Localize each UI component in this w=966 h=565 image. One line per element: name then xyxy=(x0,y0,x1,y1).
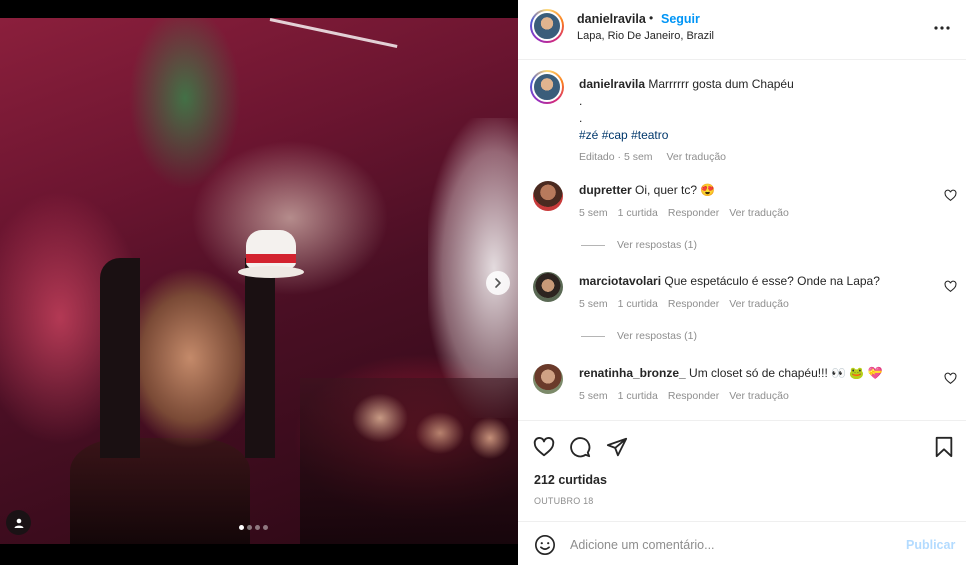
audience xyxy=(300,378,518,544)
carousel-dot xyxy=(239,525,244,530)
like-button[interactable] xyxy=(532,435,556,459)
carousel-next-button[interactable] xyxy=(486,271,510,295)
user-tag-icon xyxy=(14,518,23,528)
save-button[interactable] xyxy=(932,435,956,459)
author-username[interactable]: danielravila xyxy=(577,12,646,26)
comment-likes[interactable]: 1 curtida xyxy=(618,298,658,310)
caption-line: . xyxy=(579,94,583,108)
emoji-smile-icon[interactable] xyxy=(534,534,556,556)
heart-icon[interactable] xyxy=(944,372,957,385)
post-side-panel: danielravila • Seguir Lapa, Rio De Janei… xyxy=(518,0,966,565)
carousel-dot xyxy=(263,525,268,530)
heart-icon xyxy=(533,437,555,457)
reply-button[interactable]: Responder xyxy=(668,207,719,219)
comment-text: Um closet só de chapéu!!! 👀 🐸 💝 xyxy=(689,366,883,380)
translate-link[interactable]: Ver tradução xyxy=(729,390,789,402)
view-replies-label: Ver respostas (1) xyxy=(617,330,697,342)
comment-time: 5 sem xyxy=(579,390,608,402)
white-hat xyxy=(238,230,304,282)
carousel-indicator xyxy=(239,525,268,530)
comment-username[interactable]: marciotavolari xyxy=(579,274,661,288)
comment-button[interactable] xyxy=(568,435,592,459)
caption-text: Marrrrrr gosta dum Chapéu xyxy=(648,77,794,91)
translate-link[interactable]: Ver tradução xyxy=(729,207,789,219)
avatar[interactable] xyxy=(530,70,564,104)
post-header: danielravila • Seguir Lapa, Rio De Janei… xyxy=(518,0,966,60)
hashtag-link[interactable]: #zé xyxy=(579,128,598,142)
caption-edited: Editado · 5 sem xyxy=(579,151,653,163)
more-options-button[interactable] xyxy=(932,18,952,38)
more-horizontal-icon xyxy=(934,26,950,30)
separator-dot: • xyxy=(649,11,654,25)
post-dialog: danielravila • Seguir Lapa, Rio De Janei… xyxy=(0,0,966,565)
translate-link[interactable]: Ver tradução xyxy=(666,151,726,163)
comment-text: Oi, quer tc? 😍 xyxy=(635,183,716,197)
post-photo[interactable] xyxy=(0,18,518,544)
post-date: OUTUBRO 18 xyxy=(534,496,594,506)
likes-count[interactable]: 212 curtidas xyxy=(534,473,607,487)
location-link[interactable]: Lapa, Rio De Janeiro, Brazil xyxy=(577,30,714,42)
avatar[interactable] xyxy=(533,181,563,211)
paper-plane-icon xyxy=(606,437,628,457)
avatar[interactable] xyxy=(533,272,563,302)
carousel-dot xyxy=(255,525,260,530)
avatar[interactable] xyxy=(533,364,563,394)
heart-icon[interactable] xyxy=(944,189,957,202)
comment-time: 5 sem xyxy=(579,298,608,310)
feather-decoration xyxy=(428,118,518,418)
follow-button[interactable]: Seguir xyxy=(661,12,700,26)
performer-vest xyxy=(100,258,275,458)
comment-time: 5 sem xyxy=(579,207,608,219)
comment-username[interactable]: renatinha_bronze_ xyxy=(579,366,686,380)
tagged-users-button[interactable] xyxy=(6,510,31,535)
hashtag-link[interactable]: #teatro xyxy=(631,128,668,142)
hashtag-link[interactable]: #cap xyxy=(602,128,628,142)
carousel-dot xyxy=(247,525,252,530)
bookmark-icon xyxy=(935,436,953,458)
avatar[interactable] xyxy=(530,9,564,43)
post-actions: 212 curtidas OUTUBRO 18 xyxy=(518,420,966,520)
heart-icon[interactable] xyxy=(944,280,957,293)
comment-input[interactable] xyxy=(570,532,890,558)
add-comment-bar: Publicar xyxy=(518,521,966,565)
chevron-right-icon xyxy=(495,278,501,288)
comment-text: Que espetáculo é esse? Onde na Lapa? xyxy=(664,274,880,288)
view-replies-button[interactable]: Ver respostas (1) xyxy=(581,239,697,251)
view-replies-button[interactable]: Ver respostas (1) xyxy=(581,330,697,342)
reply-button[interactable]: Responder xyxy=(668,390,719,402)
translate-link[interactable]: Ver tradução xyxy=(729,298,789,310)
comment-likes[interactable]: 1 curtida xyxy=(618,207,658,219)
caption-line: . xyxy=(579,111,583,125)
reply-button[interactable]: Responder xyxy=(668,298,719,310)
comment-likes[interactable]: 1 curtida xyxy=(618,390,658,402)
caption-username[interactable]: danielravila xyxy=(579,77,645,91)
share-button[interactable] xyxy=(605,435,629,459)
post-comment-button[interactable]: Publicar xyxy=(906,538,955,552)
comment-bubble-icon xyxy=(570,437,591,458)
comment-username[interactable]: dupretter xyxy=(579,183,632,197)
caption-hashtags: #zé #cap #teatro xyxy=(579,127,949,144)
view-replies-label: Ver respostas (1) xyxy=(617,239,697,251)
stage-light xyxy=(269,18,398,48)
